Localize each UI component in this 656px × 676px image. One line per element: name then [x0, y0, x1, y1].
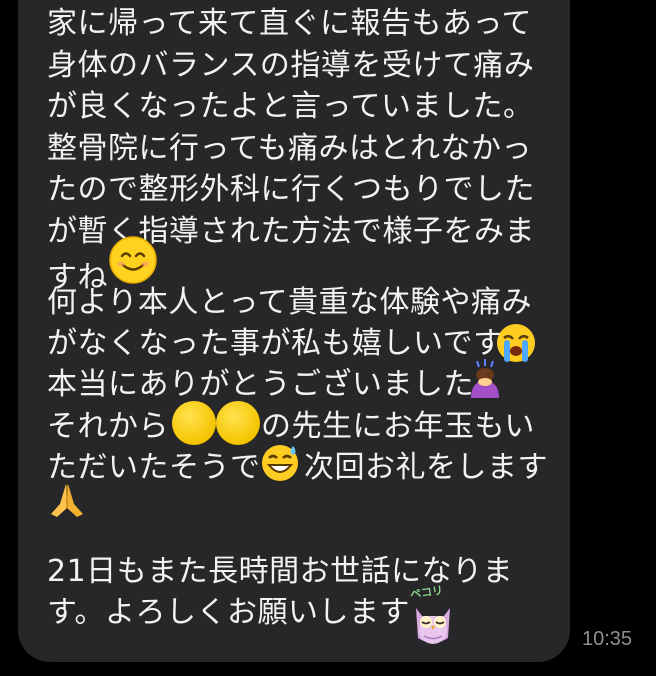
message-line: 整骨院に行っても痛みはとれなかっ [47, 131, 532, 166]
message-line: が良くなったよと言っていました。 [47, 89, 534, 124]
owl-sticker-icon: ペコリ [408, 584, 458, 650]
folded-hands-icon [51, 484, 83, 517]
message-line: 家に帰って来て直ぐに報告もあって [47, 6, 532, 41]
message-line: 本当にありがとうございました [47, 367, 474, 402]
message-line: の先生にお年玉もい [261, 409, 535, 444]
message-line: たので整形外科に行くつもりでした [47, 172, 535, 207]
grinning-face-with-sweat-icon [262, 445, 298, 481]
message-line: それから [47, 409, 169, 444]
message-line: がなくなった事が私も嬉しいです [47, 326, 504, 361]
message-line: 身体のバランスの指導を受けて痛み [47, 48, 535, 83]
person-bowing-icon [471, 359, 499, 398]
message-line: 何より本人とって貴重な体験や痛み [47, 285, 532, 320]
smiling-face-icon [109, 236, 157, 284]
redacted-emoji-icon [216, 401, 260, 445]
redacted-emoji-icon [172, 401, 216, 445]
message-timestamp: 10:35 [582, 628, 633, 650]
message-line: す。よろしくお願いします [47, 595, 410, 630]
message-line: 次回お礼をします [304, 450, 548, 485]
